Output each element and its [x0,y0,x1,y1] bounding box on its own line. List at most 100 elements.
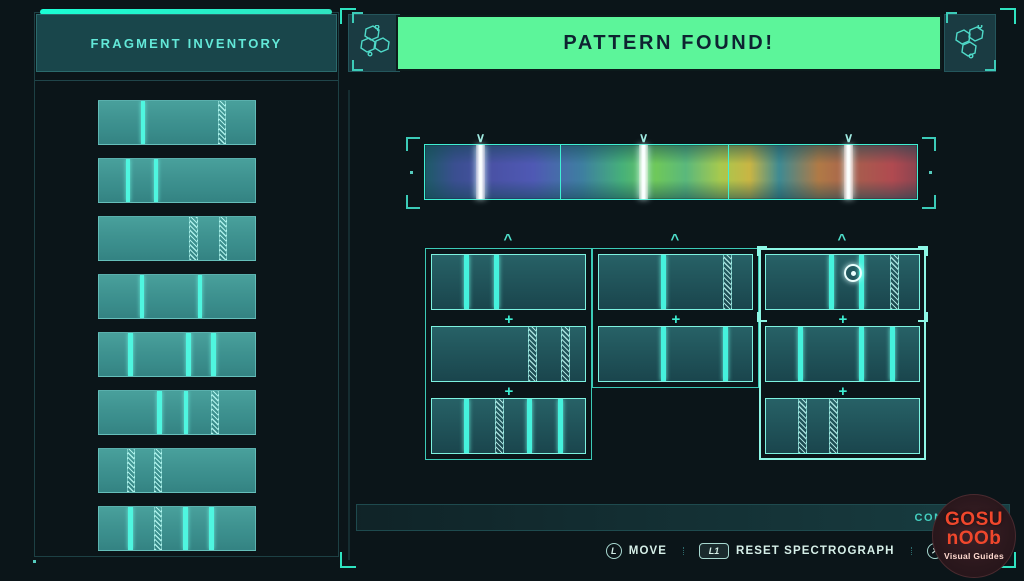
grid-fragment-cell[interactable] [765,398,920,454]
fragment-band-hatched [890,255,899,309]
grid-fragment-cell[interactable] [765,254,920,310]
fragment-band-solid [558,399,563,453]
watermark-line1: GOSU [945,511,1003,529]
control-hint-move[interactable]: L MOVE [590,543,683,559]
grid-fragment-cell[interactable] [431,326,586,382]
inventory-fragment-tile[interactable] [98,216,256,261]
game-screen: FRAGMENT INVENTORY PATTERN FOUND! [0,0,1024,581]
fragment-band-hatched [127,449,135,492]
control-hint-reset-spectrograph[interactable]: L1 RESET SPECTROGRAPH [683,543,910,559]
spectrograph-region[interactable]: ∨ ∨ ∨ [406,131,936,213]
grid-plus-icon: + [839,312,848,327]
control-hint-label: MOVE [629,545,667,557]
spectro-tick-left [410,171,413,174]
fragment-band-solid [464,399,469,453]
molecule-icon-left [348,14,400,72]
fragment-band-hatched [561,327,570,381]
fragment-band-solid [829,255,834,309]
inventory-title: FRAGMENT INVENTORY [91,36,283,51]
fragment-grid[interactable]: ^++^+^++ [425,238,925,460]
fragment-list[interactable] [98,100,256,560]
fragment-band-solid [141,101,145,144]
fragment-band-solid [211,333,216,376]
fragment-band-solid [128,333,133,376]
spectrograph-chevron-down-icon: ∨ [844,131,854,144]
selected-cell-corner-tl [757,246,767,256]
left-stick-icon: L [606,543,622,559]
frame-dot-bl [33,560,36,563]
fragment-band-hatched [189,217,198,260]
inventory-fragment-tile[interactable] [98,390,256,435]
grid-column-chevron-up-icon: ^ [671,232,680,247]
fragment-band-hatched [495,399,504,453]
grid-column-chevron-up-icon: ^ [838,232,847,247]
grid-fragment-cell[interactable] [598,326,753,382]
watermark-line2: nOOb [947,530,1002,548]
grid-fragment-cell[interactable] [431,398,586,454]
fragment-band-solid [661,327,666,381]
fragment-band-hatched [218,101,226,144]
fragment-band-solid [661,255,666,309]
inventory-header: FRAGMENT INVENTORY [36,14,337,72]
grid-fragment-cell[interactable] [431,254,586,310]
fragment-band-solid [723,327,728,381]
spectrograph-divider [728,144,730,200]
spectrograph-marker[interactable] [639,145,648,199]
grid-plus-icon: + [839,384,848,399]
fragment-band-solid [184,391,188,434]
spectrum-gradient [425,145,917,199]
status-banner: PATTERN FOUND! [396,15,942,71]
spectrograph-chevron-down-icon: ∨ [476,131,486,144]
grid-fragment-cell[interactable] [598,254,753,310]
fragment-band-hatched [829,399,838,453]
inventory-fragment-tile[interactable] [98,506,256,551]
fragment-band-solid [890,327,895,381]
fragment-band-solid [157,391,162,434]
spectrograph-chevron-down-icon: ∨ [639,131,649,144]
main-frame-rail [348,90,350,560]
spectrograph-marker[interactable] [844,145,853,199]
fragment-band-solid [209,507,214,550]
spectro-corner-bl [406,195,420,209]
molecule-icon-right [944,14,996,72]
fragment-band-solid [140,275,144,318]
grid-plus-icon: + [505,312,514,327]
inventory-fragment-tile[interactable] [98,274,256,319]
spectro-corner-br [922,195,936,209]
inventory-fragment-tile[interactable] [98,158,256,203]
control-hint-label: RESET SPECTROGRAPH [736,545,894,557]
fragment-band-hatched [211,391,219,434]
fragment-band-solid [859,327,864,381]
fragment-band-solid [464,255,469,309]
controls-bar: LMOVEL1RESET SPECTROGRAPH✕PLACE [356,534,1010,568]
spectrograph-divider [560,144,562,200]
selected-cell-corner-bl [757,312,767,322]
main-frame-corner-tr [1000,8,1016,24]
fragment-band-hatched [798,399,807,453]
spectro-corner-tr [922,137,936,151]
spectrograph-marker[interactable] [476,145,485,199]
fragment-band-solid [186,333,191,376]
spectro-corner-tl [406,137,420,151]
selection-cursor[interactable] [844,264,862,282]
cursor-center-dot [851,271,856,276]
fragment-band-hatched [528,327,537,381]
fragment-band-solid [859,255,864,309]
controls-strip: CONTROLS [356,504,1010,531]
spectro-tick-right [929,171,932,174]
grid-fragment-cell[interactable] [765,326,920,382]
fragment-band-solid [126,159,130,202]
watermark-line3: Visual Guides [944,551,1004,561]
l1-button-icon: L1 [699,543,729,559]
fragment-band-solid [798,327,803,381]
grid-plus-icon: + [505,384,514,399]
inventory-fragment-tile[interactable] [98,332,256,377]
fragment-band-solid [527,399,532,453]
fragment-band-hatched [723,255,732,309]
grid-column-chevron-up-icon: ^ [504,232,513,247]
inventory-fragment-tile[interactable] [98,100,256,145]
selected-cell-corner-tr [918,246,928,256]
fragment-band-solid [198,275,202,318]
inventory-fragment-tile[interactable] [98,448,256,493]
selected-cell-corner-br [918,312,928,322]
